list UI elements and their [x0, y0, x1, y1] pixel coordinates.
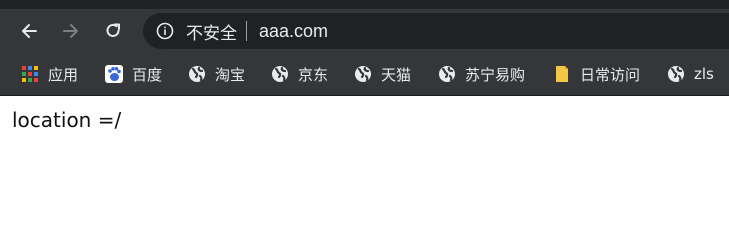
url-text[interactable]: aaa.com — [259, 21, 328, 42]
baidu-paw-icon — [105, 65, 123, 83]
apps-grid-icon — [21, 65, 39, 83]
info-icon — [156, 22, 174, 40]
forward-button[interactable] — [59, 19, 83, 43]
bookmark-zls[interactable]: zls — [667, 53, 714, 95]
bookmark-taobao[interactable]: 淘宝 — [188, 53, 245, 95]
bookmark-folder-daily[interactable]: 日常访问 — [553, 53, 640, 95]
folder-icon — [553, 65, 571, 83]
bookmark-label: 应用 — [48, 65, 79, 84]
bookmark-tmall[interactable]: 天猫 — [354, 53, 411, 95]
browser-chrome: 不安全 aaa.com 应用 百度 淘宝 京东 天猫 苏宁易购 日常访问 zls — [0, 0, 729, 96]
bookmarks-bar: 应用 百度 淘宝 京东 天猫 苏宁易购 日常访问 zls — [0, 53, 729, 96]
page-body-text: location =/ — [12, 108, 122, 132]
tab-strip — [0, 0, 729, 9]
arrow-left-icon — [22, 24, 37, 38]
bookmark-label: 苏宁易购 — [465, 65, 526, 84]
site-info-button[interactable] — [156, 22, 174, 40]
bookmark-jd[interactable]: 京东 — [271, 53, 328, 95]
globe-icon — [188, 65, 206, 83]
bookmark-apps[interactable]: 应用 — [21, 53, 78, 95]
bookmark-label: 天猫 — [381, 65, 412, 84]
bookmark-label: 淘宝 — [215, 65, 246, 84]
address-separator — [246, 21, 247, 41]
bookmark-label: 京东 — [298, 65, 329, 84]
bookmark-suning[interactable]: 苏宁易购 — [438, 53, 525, 95]
bookmark-baidu[interactable]: 百度 — [105, 53, 162, 95]
globe-icon — [271, 65, 289, 83]
reload-icon — [106, 23, 120, 37]
bookmark-label: zls — [694, 65, 714, 83]
browser-toolbar: 不安全 aaa.com — [0, 9, 729, 53]
globe-icon — [667, 65, 685, 83]
page-content: location =/ — [0, 96, 729, 144]
address-bar[interactable]: 不安全 aaa.com — [143, 13, 729, 49]
back-button[interactable] — [17, 19, 41, 43]
globe-icon — [438, 65, 456, 83]
globe-icon — [354, 65, 372, 83]
security-status-label: 不安全 — [186, 23, 237, 44]
bookmark-label: 日常访问 — [580, 65, 641, 84]
bookmark-label: 百度 — [132, 65, 163, 84]
reload-button[interactable] — [101, 19, 125, 43]
arrow-right-icon — [63, 24, 78, 38]
